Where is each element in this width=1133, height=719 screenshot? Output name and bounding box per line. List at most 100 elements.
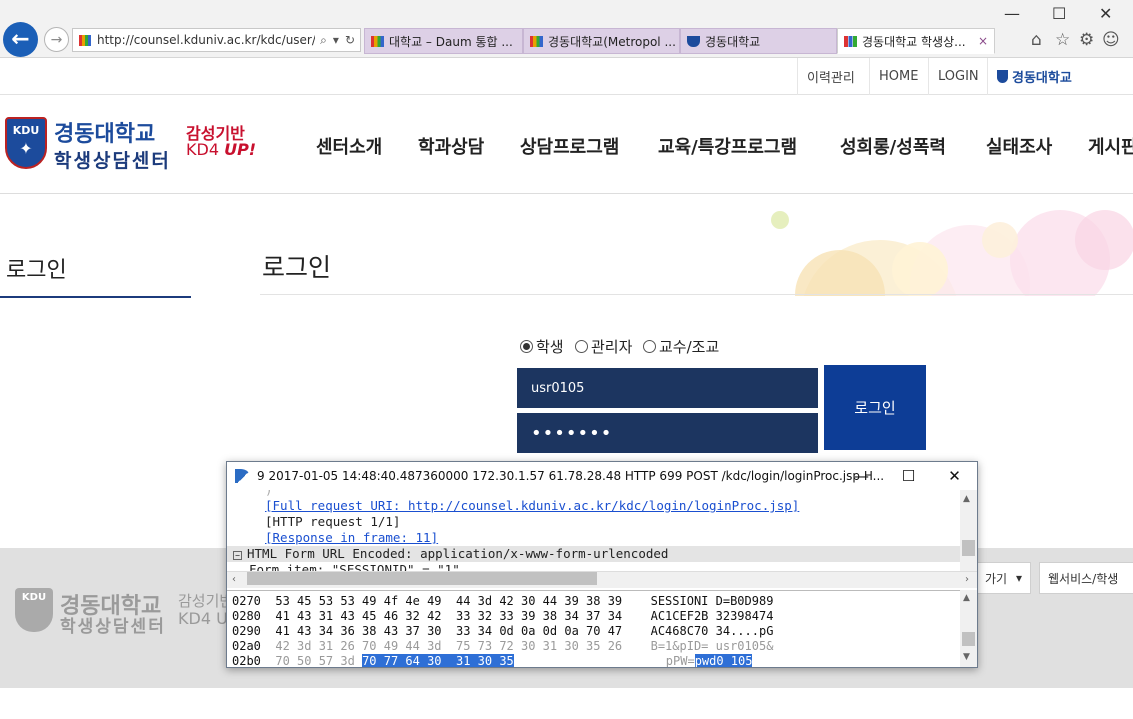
browser-tab[interactable]: 경동대학교(Metropol ...: [523, 28, 680, 54]
hex-ascii-highlight: pwd0 105: [694, 654, 753, 667]
radio-label: 관리자: [591, 338, 633, 356]
page-title: 로그인: [262, 253, 332, 282]
detail-line[interactable]: [Full request URI: http://counsel.kduniv…: [227, 498, 960, 514]
menu-board[interactable]: 게시판: [1088, 133, 1133, 159]
collapse-icon[interactable]: −: [233, 551, 242, 560]
menu-harassment[interactable]: 성희롱/성폭력: [840, 133, 946, 159]
packet-detail-tree[interactable]: ) [Full request URI: http://counsel.kdun…: [227, 490, 960, 571]
top-nav-brand[interactable]: 경동대학교: [987, 58, 1081, 95]
radio-label: 학생: [536, 338, 564, 356]
logo-shield[interactable]: KDU ✦: [5, 117, 47, 169]
tab-label: 대학교 – Daum 통합 ...: [389, 34, 513, 49]
logo-name[interactable]: 경동대학교: [54, 116, 155, 148]
hex-offset: 02b0: [232, 654, 261, 667]
maximize-button[interactable]: ☐: [1052, 4, 1066, 23]
form-encoded-label: HTML Form URL Encoded: application/x-www…: [247, 546, 669, 561]
back-button[interactable]: ←: [3, 22, 38, 57]
ws-maximize-button[interactable]: ☐: [886, 464, 931, 488]
browser-tab[interactable]: 경동대학교: [680, 28, 837, 54]
decorative-circles: [771, 210, 1133, 296]
tab-favicon: [371, 35, 384, 47]
top-nav-history[interactable]: 이력관리: [797, 58, 864, 95]
close-window-button[interactable]: ✕: [1099, 4, 1112, 23]
wireshark-packet-window: 9 2017-01-05 14:48:40.487360000 172.30.1…: [226, 461, 978, 668]
detail-line-selected[interactable]: − HTML Form URL Encoded: application/x-ww…: [227, 546, 960, 562]
star-icon[interactable]: ☆: [1055, 30, 1070, 50]
detail-line[interactable]: [Response in frame: 11]: [227, 530, 960, 546]
browser-tab[interactable]: 대학교 – Daum 통합 ...: [364, 28, 523, 54]
refresh-icon[interactable]: ↻: [345, 33, 355, 48]
radio-dot[interactable]: [575, 340, 588, 353]
radio-professor[interactable]: 교수/조교: [643, 336, 719, 357]
tab-favicon: [530, 35, 543, 47]
logo-badge: KDU: [12, 124, 40, 137]
password-input[interactable]: •••••••: [517, 413, 818, 453]
hex-ascii: B=1&pID= usr0105&: [650, 639, 774, 653]
hex-ascii: AC1CEF2B 32398474: [650, 609, 774, 623]
chevron-down-icon: ▾: [1015, 571, 1022, 585]
browser-tab-active[interactable]: 경동대학교 학생상... ×: [837, 28, 995, 54]
full-request-uri-link[interactable]: [Full request URI: http://counsel.kduniv…: [265, 498, 799, 513]
dropdown-icon[interactable]: ▾: [333, 33, 339, 48]
hex-bytes: 42 3d 31 26 70 49 44 3d 75 73 72 30 31 3…: [275, 639, 623, 653]
hex-bytes-highlight: 70 77 64 30 31 30 35: [362, 654, 514, 667]
window-title: 9 2017-01-05 14:48:40.487360000 172.30.1…: [257, 469, 885, 483]
header-decoration: [760, 200, 1133, 296]
hex-offset: 0270: [232, 594, 261, 608]
footer-family-site-select[interactable]: 가기 ▾: [976, 562, 1031, 594]
radio-dot-checked[interactable]: [520, 340, 533, 353]
logo-tag-kd4: KD4: [186, 140, 225, 159]
close-tab-icon[interactable]: ×: [978, 34, 988, 48]
footer-logo-subtitle: 학생상담센터: [60, 617, 166, 637]
scroll-thumb: [962, 632, 975, 646]
detail-scrollbar[interactable]: ▲: [960, 490, 977, 571]
radio-student[interactable]: 학생: [520, 336, 564, 357]
scroll-left-icon: ‹: [232, 574, 236, 585]
tab-label: 경동대학교(Metropol ...: [548, 34, 676, 49]
sidebar-title: 로그인: [6, 258, 67, 283]
detail-line[interactable]: [HTTP request 1/1]: [227, 514, 960, 530]
user-id-input[interactable]: usr0105: [517, 368, 818, 408]
login-button[interactable]: 로그인: [824, 365, 926, 450]
hex-bytes: 41 43 31 43 45 46 32 42 33 32 33 39 38 3…: [275, 609, 623, 623]
menu-education[interactable]: 교육/특강프로그램: [658, 133, 797, 159]
hex-offset: 0280: [232, 609, 261, 623]
menu-divider: [0, 193, 1133, 194]
tab-favicon: [844, 35, 857, 47]
search-icon[interactable]: ⌕: [320, 33, 327, 48]
logo-tagline-2: KD4 UP!: [186, 140, 256, 159]
response-frame-link[interactable]: [Response in frame: 11]: [265, 530, 438, 545]
sidebar-underline: [0, 296, 191, 298]
ws-minimize-button[interactable]: —: [839, 464, 884, 488]
hex-bytes: 53 45 53 53 49 4f 4e 49 44 3d 42 30 44 3…: [275, 594, 623, 608]
bytes-scrollbar[interactable]: ▲ ▼: [960, 590, 977, 667]
packet-bytes-pane[interactable]: 0270 53 45 53 53 49 4f 4e 49 44 3d 42 30…: [227, 590, 960, 667]
logo-subtitle[interactable]: 학생상담센터: [54, 146, 171, 173]
tab-label: 경동대학교 학생상...: [862, 34, 966, 49]
select-label: 가기: [985, 571, 1008, 586]
smiley-icon[interactable]: ☺: [1102, 30, 1120, 50]
home-icon[interactable]: ⌂: [1031, 30, 1042, 50]
forward-button[interactable]: →: [44, 27, 69, 52]
top-nav-home[interactable]: HOME: [869, 58, 927, 95]
scroll-thumb: [962, 540, 975, 556]
ws-close-button[interactable]: ✕: [932, 464, 977, 488]
minimize-button[interactable]: —: [1004, 4, 1020, 23]
hex-row: 0290 41 43 34 36 38 43 37 30 33 34 0d 0a…: [232, 624, 773, 639]
gear-icon[interactable]: ⚙: [1079, 30, 1094, 50]
menu-dept-counsel[interactable]: 학과상담: [418, 133, 484, 159]
radio-admin[interactable]: 관리자: [575, 336, 632, 357]
menu-center-intro[interactable]: 센터소개: [316, 133, 382, 159]
hscroll-thumb[interactable]: [247, 572, 597, 585]
logo-tag-up: UP!: [224, 140, 257, 159]
radio-dot[interactable]: [643, 340, 656, 353]
detail-line-partial[interactable]: Form item: "SESSIONID" = "1": [227, 562, 960, 571]
footer-web-service-select[interactable]: 웹서비스/학생: [1039, 562, 1133, 594]
menu-counsel-program[interactable]: 상담프로그램: [520, 133, 619, 159]
hex-ascii: AC468C70 34....pG: [650, 624, 774, 638]
hex-row-selected: 02b0 70 50 57 3d 70 77 64 30 31 30 35 pPW…: [232, 654, 753, 667]
menu-survey[interactable]: 실태조사: [986, 133, 1052, 159]
top-nav-login[interactable]: LOGIN: [928, 58, 988, 95]
url-text[interactable]: http://counsel.kduniv.ac.kr/kdc/user/m: [97, 33, 315, 47]
address-bar[interactable]: http://counsel.kduniv.ac.kr/kdc/user/m ⌕…: [72, 28, 361, 52]
